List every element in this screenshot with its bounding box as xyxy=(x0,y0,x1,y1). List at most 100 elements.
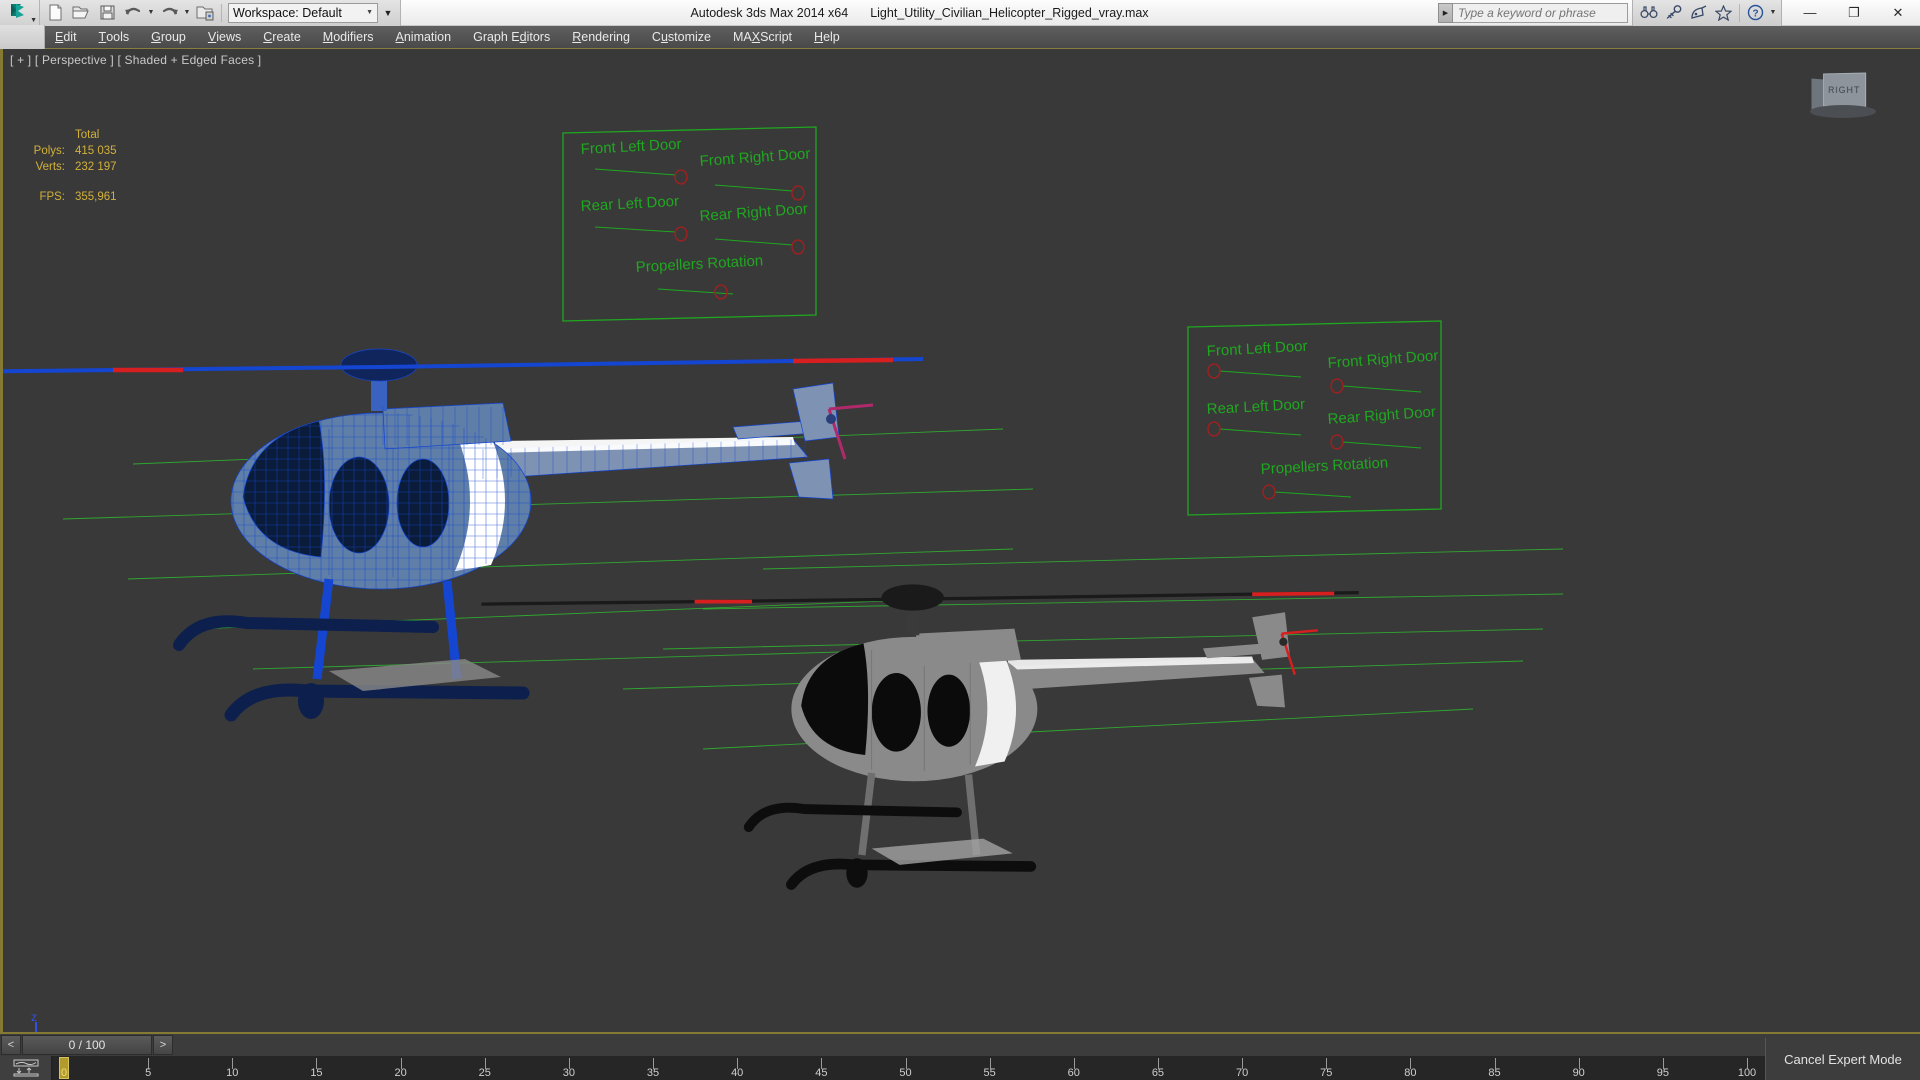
control-slider-track xyxy=(595,227,676,232)
helicopter-shaded[interactable] xyxy=(481,584,1358,887)
key-icon[interactable] xyxy=(1661,1,1686,25)
menu-item-graph-editors[interactable]: Graph Editors xyxy=(462,26,561,49)
control-slider-track xyxy=(1275,492,1351,497)
open-mini-curve-editor-button[interactable] xyxy=(0,1056,52,1080)
set-project-folder-icon[interactable] xyxy=(192,1,218,25)
workspace-selector[interactable]: Workspace: Default ▼ xyxy=(228,3,378,23)
skid-far xyxy=(179,621,433,645)
3dsmax-logo-icon xyxy=(9,2,31,22)
control-label: Front Right Door xyxy=(699,145,811,170)
scene-geometry: Front Left DoorFront Right DoorRear Left… xyxy=(3,49,1920,1032)
lower-fin xyxy=(789,459,833,499)
quick-access-overflow-button[interactable]: ▼ xyxy=(378,1,398,25)
control-slider-track xyxy=(1220,371,1301,377)
control-slider-handle[interactable] xyxy=(1331,435,1343,449)
menu-item-views[interactable]: Views xyxy=(197,26,252,49)
new-file-icon[interactable] xyxy=(42,1,68,25)
svg-text:?: ? xyxy=(1752,8,1758,19)
binoculars-icon[interactable] xyxy=(1636,1,1661,25)
menu-item-maxscript[interactable]: MAXScript xyxy=(722,26,803,49)
ruler-label: 5 xyxy=(145,1067,151,1079)
control-slider-handle[interactable] xyxy=(675,170,687,184)
helicopter-wireframe-selected[interactable] xyxy=(3,349,923,719)
application-menu-button[interactable]: ▼ xyxy=(0,0,40,26)
help-dropdown-caret[interactable]: ▼ xyxy=(1768,1,1778,25)
skid-far xyxy=(749,808,957,827)
chevron-down-icon: ▼ xyxy=(360,9,373,16)
control-slider-track xyxy=(658,289,733,294)
ruler-label: 65 xyxy=(1152,1067,1164,1079)
ruler-label: 25 xyxy=(479,1067,491,1079)
search-input[interactable] xyxy=(1453,3,1628,23)
menu-item-rendering[interactable]: Rendering xyxy=(561,26,641,49)
front-door-window xyxy=(329,457,389,553)
rear-door-window xyxy=(927,675,970,747)
control-label: Front Right Door xyxy=(1327,347,1439,372)
control-slider-handle[interactable] xyxy=(675,227,687,241)
ruler-label: 20 xyxy=(394,1067,406,1079)
time-slider-track[interactable] xyxy=(174,1033,1920,1057)
current-frame-display[interactable]: 0 / 100 xyxy=(22,1035,152,1055)
infocenter-search: ▶ xyxy=(1438,3,1628,23)
control-label: Rear Right Door xyxy=(699,200,808,225)
control-panel-left[interactable]: Front Left DoorFront Right DoorRear Left… xyxy=(563,127,816,321)
minimize-button[interactable]: — xyxy=(1788,0,1832,26)
open-file-icon[interactable] xyxy=(68,1,94,25)
search-dropdown-caret[interactable]: ▶ xyxy=(1438,3,1453,23)
control-label: Front Left Door xyxy=(1206,338,1308,360)
track-bar-ruler[interactable]: 5101520253035404550556065707580859095100… xyxy=(52,1056,1920,1080)
menu-item-help[interactable]: Help xyxy=(803,26,851,49)
ruler-label: 70 xyxy=(1236,1067,1248,1079)
menu-item-animation[interactable]: Animation xyxy=(385,26,463,49)
menu-item-tools[interactable]: Tools xyxy=(88,26,141,49)
app-title-text: Autodesk 3ds Max 2014 x64 xyxy=(690,6,848,20)
perspective-viewport[interactable]: [ + ] [ Perspective ] [ Shaded + Edged F… xyxy=(0,49,1920,1032)
window-controls: — ❐ ✕ xyxy=(1788,0,1920,26)
menu-item-customize[interactable]: Customize xyxy=(641,26,722,49)
prev-frame-button[interactable]: < xyxy=(1,1035,21,1055)
front-door-window xyxy=(872,673,921,752)
control-slider-handle[interactable] xyxy=(1208,422,1220,436)
star-icon[interactable] xyxy=(1711,1,1736,25)
satellite-dish-icon[interactable] xyxy=(1686,1,1711,25)
mini-curve-editor-icon xyxy=(12,1059,40,1077)
control-slider-handle[interactable] xyxy=(792,186,804,200)
redo-dropdown-caret[interactable]: ▼ xyxy=(182,1,192,25)
menu-item-edit[interactable]: Edit xyxy=(44,26,88,49)
axis-tripod: z x y xyxy=(23,1014,83,1032)
cancel-expert-mode-button[interactable]: Cancel Expert Mode xyxy=(1765,1038,1920,1080)
menu-item-create[interactable]: Create xyxy=(252,26,312,49)
close-button[interactable]: ✕ xyxy=(1876,0,1920,26)
undo-dropdown-caret[interactable]: ▼ xyxy=(146,1,156,25)
control-label: Rear Right Door xyxy=(1327,403,1436,428)
save-file-icon[interactable] xyxy=(94,1,120,25)
ruler-label: 80 xyxy=(1404,1067,1416,1079)
menu-item-group[interactable]: Group xyxy=(140,26,197,49)
control-slider-track xyxy=(1343,386,1421,392)
control-slider-handle[interactable] xyxy=(1263,485,1275,499)
control-slider-handle[interactable] xyxy=(715,285,727,299)
maximize-button[interactable]: ❐ xyxy=(1832,0,1876,26)
file-title-text: Light_Utility_Civilian_Helicopter_Rigged… xyxy=(870,6,1148,20)
toolbar-separator xyxy=(221,4,222,22)
next-frame-button[interactable]: > xyxy=(153,1035,173,1055)
control-slider-handle[interactable] xyxy=(1331,379,1343,393)
grid-line xyxy=(763,549,1563,569)
engine-deck xyxy=(916,629,1021,667)
control-slider-handle[interactable] xyxy=(1208,364,1220,378)
control-slider-track xyxy=(1343,442,1421,448)
control-panel-right[interactable]: Front Left DoorFront Right DoorRear Left… xyxy=(1188,321,1441,515)
application-menu-caret: ▼ xyxy=(30,17,37,24)
ruler-label: 60 xyxy=(1068,1067,1080,1079)
skid-near xyxy=(791,864,1030,885)
axis-z-label: z xyxy=(31,1010,37,1024)
menu-item-modifiers[interactable]: Modifiers xyxy=(312,26,385,49)
redo-icon[interactable] xyxy=(156,1,182,25)
undo-icon[interactable] xyxy=(120,1,146,25)
rotor-tip-marker-right xyxy=(793,360,893,361)
ruler-label: 10 xyxy=(226,1067,238,1079)
control-slider-handle[interactable] xyxy=(792,240,804,254)
help-question-icon[interactable]: ? xyxy=(1743,1,1768,25)
tail-rotor-hub xyxy=(1279,638,1287,646)
ruler-label: 35 xyxy=(647,1067,659,1079)
